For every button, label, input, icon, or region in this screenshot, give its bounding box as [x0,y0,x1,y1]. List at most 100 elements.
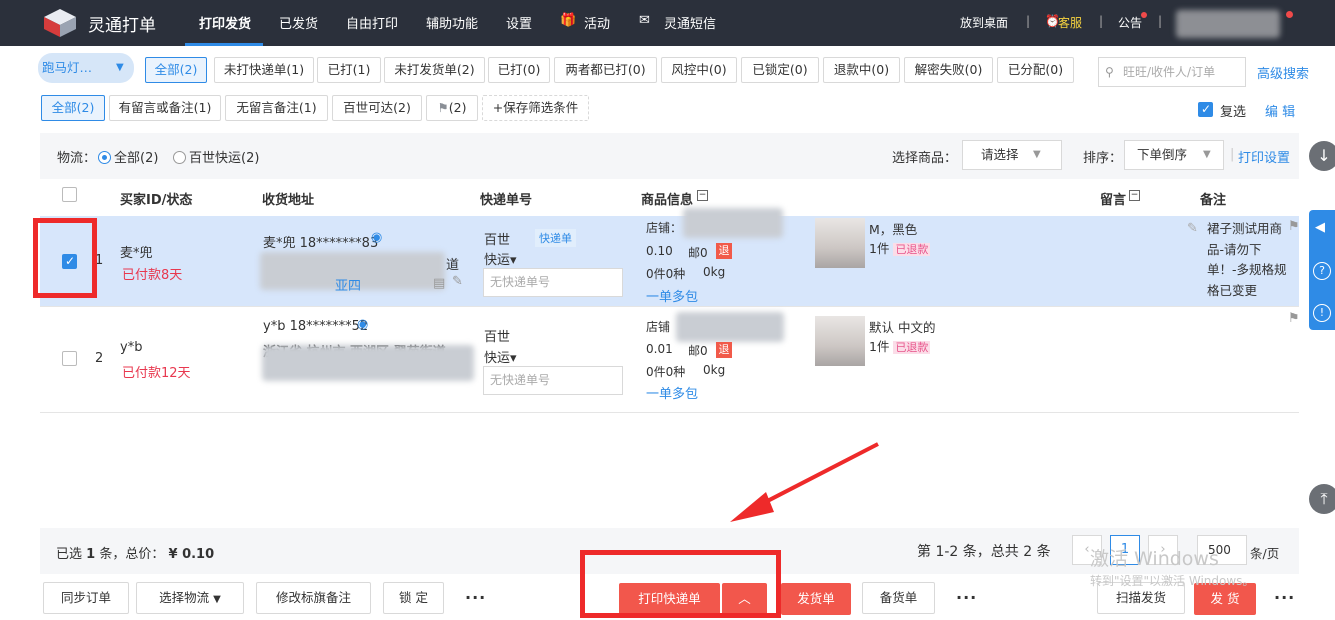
th-buyer: 买家ID/状态 [120,193,193,208]
tab-status-risk[interactable]: 风控中(0) [661,57,737,83]
shipping-list-button[interactable]: 发货单 [781,583,851,615]
download-icon[interactable]: ↓ [1309,141,1335,171]
modify-flag-button[interactable]: 修改标旗备注 [256,582,371,614]
nav-active-indicator [185,43,263,46]
top-nav-bar: 灵通打单 打印发货 已发货 自由打印 辅助功能 设置 🎁 活动 ✉ 灵通短信 放… [0,0,1335,46]
product-thumbnail[interactable] [815,218,865,268]
shop-select-value: 跑马灯… [42,60,93,75]
weight: 0kg [703,265,726,279]
edit-icon[interactable]: ✎ [452,274,463,289]
mail-icon: ✉ [639,13,650,28]
nav-activity[interactable]: 活动 [584,13,610,32]
alert-icon[interactable]: ! [1313,304,1331,322]
pagination-info: 第 1-2 条，总共 2 条 [917,544,1051,560]
caret-down-icon: ▼ [1203,149,1211,160]
back-to-top-icon[interactable]: ⤒ [1309,484,1335,514]
tracking-input[interactable]: 无快递单号 [483,366,623,395]
divider: | [1158,14,1163,28]
picking-list-button[interactable]: 备货单 [862,582,935,614]
tab-note-best[interactable]: 百世可达(2) [332,95,422,121]
row-divider [40,412,1299,413]
address-fragment: 亚四 [335,279,362,294]
row-divider [40,306,1299,307]
tab-status-printed[interactable]: 已打(1) [317,57,381,83]
advanced-search-link[interactable]: 高级搜索 [1257,63,1309,82]
more-icon[interactable]: ··· [1274,588,1295,607]
selected-summary: 已选 1 条，总价： ¥ 0.10 [56,547,215,562]
tab-status-both-printed[interactable]: 两者都已打(0) [554,57,657,83]
tab-note-all[interactable]: 全部(2) [41,95,105,121]
eye-icon[interactable]: ◉ [357,317,368,332]
shop-name-blurred [683,208,783,238]
flag-icon: ⚑ [437,100,449,115]
nav-aux[interactable]: 辅助功能 [426,13,478,32]
tab-note-flag[interactable]: ⚑(2) [426,95,478,121]
select-all-checkbox[interactable] [62,187,77,202]
megaphone-icon[interactable]: ◀ [1315,220,1325,235]
courier-dropdown[interactable]: 快运▾ [484,347,517,366]
tab-status-all[interactable]: 全部(2) [145,57,207,83]
radio-icon [173,151,186,164]
user-avatar-blurred[interactable] [1176,10,1280,38]
choose-logistics-button[interactable]: 选择物流 ▼ [136,582,244,614]
tab-note-no-message[interactable]: 无留言备注(1) [225,95,328,121]
copy-icon[interactable]: ▤ [433,276,445,291]
flag-icon[interactable]: ⚑ [1288,311,1300,326]
tab-status-decrypt-failed[interactable]: 解密失败(0) [904,57,993,83]
tab-status-locked[interactable]: 已锁定(0) [741,57,819,83]
nav-print-ship[interactable]: 打印发货 [199,13,251,32]
tab-status-printed-ship[interactable]: 已打(0) [488,57,550,83]
th-remark: 备注 [1200,193,1227,208]
nav-shipped[interactable]: 已发货 [279,13,318,32]
buyer-id[interactable]: y*b [120,340,142,355]
nav-sms[interactable]: 灵通短信 [664,13,716,32]
shop-select[interactable]: 跑马灯… ▼ [38,53,134,83]
multi-package-link[interactable]: 一单多包 [646,383,698,402]
search-input[interactable]: ⚲ 旺旺/收件人/订单 [1098,57,1246,87]
logo-icon [44,9,76,37]
logistics-option-best[interactable]: 百世快运(2) [173,147,259,166]
pin-desktop-link[interactable]: 放到桌面 [960,14,1008,31]
select-goods-dropdown[interactable]: 请选择 ▼ [962,140,1062,170]
help-icon[interactable]: ? [1313,262,1331,280]
sort-label: 排序： [1083,151,1123,166]
multi-package-link[interactable]: 一单多包 [646,286,698,305]
tab-note-has-message[interactable]: 有留言或备注(1) [109,95,221,121]
notice-link[interactable]: 公告 [1118,14,1142,31]
collapse-icon[interactable]: − [1129,190,1140,201]
product-thumbnail[interactable] [815,316,865,366]
reselect-label: 复选 [1220,105,1247,120]
nav-free-print[interactable]: 自由打印 [346,13,398,32]
customer-service-link[interactable]: 客服 [1058,14,1082,31]
sort-dropdown[interactable]: 下单倒序 ▼ [1124,140,1224,170]
flag-icon[interactable]: ⚑ [1288,219,1300,234]
quantity: 0件0种 [646,267,686,281]
notice-dot [1141,12,1147,18]
search-icon: ⚲ [1105,65,1114,79]
windows-watermark-title: 激活 Windows [1090,548,1219,570]
tab-status-refunding[interactable]: 退款中(0) [823,57,900,83]
edit-remark-icon[interactable]: ✎ [1187,221,1198,236]
sync-orders-button[interactable]: 同步订单 [43,582,129,614]
tab-status-unprinted-express[interactable]: 未打快递单(1) [214,57,314,83]
more-icon[interactable]: ··· [956,588,977,607]
courier-dropdown[interactable]: 快运▾ [484,249,517,268]
tab-status-assigned[interactable]: 已分配(0) [997,57,1074,83]
reselect-checkbox[interactable] [1198,102,1213,117]
sku: M，黑色 [869,222,918,237]
gift-icon: 🎁 [560,13,577,28]
buyer-id[interactable]: 麦*兜 [120,242,153,261]
nav-settings[interactable]: 设置 [506,13,532,32]
eye-icon[interactable]: ◉ [371,230,382,245]
more-icon[interactable]: ··· [465,588,486,607]
edit-link[interactable]: 编 辑 [1265,101,1295,120]
lock-button[interactable]: 锁 定 [383,582,444,614]
tab-status-unprinted-ship[interactable]: 未打发货单(2) [384,57,485,83]
print-settings-link[interactable]: 打印设置 [1238,147,1290,166]
save-filter-button[interactable]: +保存筛选条件 [482,95,589,121]
tracking-input[interactable]: 无快递单号 [483,268,623,297]
logistics-option-all[interactable]: 全部(2) [98,147,158,166]
row-checkbox[interactable] [62,351,77,366]
collapse-icon[interactable]: − [697,190,708,201]
item-count: 1件 已退款 [869,339,931,354]
